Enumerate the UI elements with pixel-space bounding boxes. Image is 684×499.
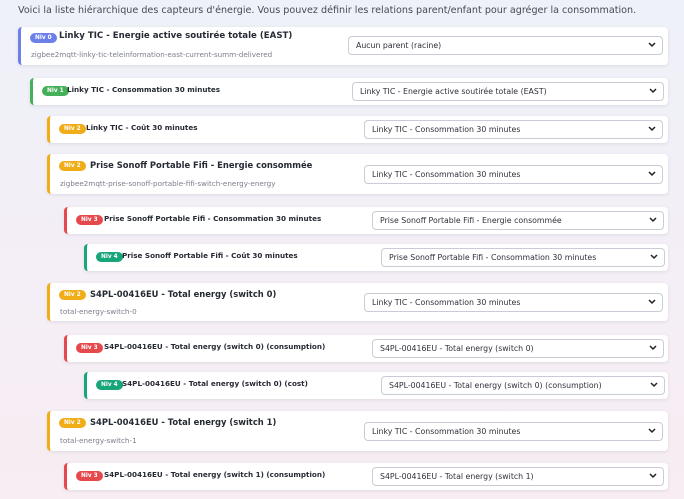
parent-select-value: S4PL-00416EU - Total energy (switch 0) (… [389,381,602,390]
sensor-name: Prise Sonoff Portable Fifi - Coût 30 min… [122,251,298,260]
level-badge: Niv 3 [76,343,103,353]
level-badge: Niv 3 [76,471,103,481]
parent-select-value: Linky TIC - Consommation 30 minutes [372,298,521,307]
parent-select-value: S4PL-00416EU - Total energy (switch 0) [380,344,534,353]
sensor-row: Niv 3 S4PL-00416EU - Total energy (switc… [64,335,668,362]
level-badge: Niv 2 [59,290,86,300]
chevron-down-icon [648,468,658,485]
sensor-row: Niv 1 Linky TIC - Consommation 30 minute… [30,78,668,105]
parent-select-value: Linky TIC - Energie active soutirée tota… [360,87,547,96]
sensor-row: Niv 2 Linky TIC - Coût 30 minutes Linky … [47,116,668,143]
parent-select[interactable]: Aucun parent (racine) [348,36,663,55]
sensor-row: Niv 4 S4PL-00416EU - Total energy (switc… [84,372,668,399]
chevron-down-icon [647,294,657,311]
sensor-name: Prise Sonoff Portable Fifi - Energie con… [90,160,313,170]
sensor-name: S4PL-00416EU - Total energy (switch 0) (… [104,342,326,351]
sensor-name: S4PL-00416EU - Total energy (switch 0) [90,289,277,299]
sensor-entity: total-energy-switch-1 [60,436,137,445]
level-badge: Niv 1 [42,86,69,96]
chevron-down-icon [648,340,658,357]
parent-select[interactable]: S4PL-00416EU - Total energy (switch 0) (… [381,376,665,395]
chevron-down-icon [648,83,658,100]
parent-select[interactable]: Linky TIC - Consommation 30 minutes [364,422,663,441]
parent-select[interactable]: Linky TIC - Consommation 30 minutes [364,120,663,139]
sensor-entity: zigbee2mqtt-prise-sonoff-portable-fifi-s… [60,179,276,188]
level-badge: Niv 2 [59,161,86,171]
chevron-down-icon [649,249,659,266]
parent-select[interactable]: Linky TIC - Consommation 30 minutes [364,293,663,312]
level-badge: Niv 2 [59,418,86,428]
sensor-name: S4PL-00416EU - Total energy (switch 1) [90,417,277,427]
chevron-down-icon [647,37,657,54]
parent-select-value: Linky TIC - Consommation 30 minutes [372,170,521,179]
sensor-row: Niv 0 Linky TIC - Energie active soutiré… [18,27,668,65]
parent-select-value: Prise Sonoff Portable Fifi - Consommatio… [389,253,597,262]
parent-select[interactable]: S4PL-00416EU - Total energy (switch 1) [372,467,664,486]
chevron-down-icon [647,121,657,138]
sensor-row: Niv 3 S4PL-00416EU - Total energy (switc… [64,463,668,490]
sensor-row: Niv 2 S4PL-00416EU - Total energy (switc… [47,411,668,451]
sensor-row: Niv 2 S4PL-00416EU - Total energy (switc… [47,283,668,321]
parent-select[interactable]: Linky TIC - Energie active soutirée tota… [352,82,664,101]
level-badge: Niv 4 [96,380,123,390]
level-badge: Niv 0 [30,33,57,43]
chevron-down-icon [647,423,657,440]
parent-select-value: Linky TIC - Consommation 30 minutes [372,427,521,436]
chevron-down-icon [649,377,659,394]
level-badge: Niv 4 [96,252,123,262]
intro-text: Voici la liste hiérarchique des capteurs… [18,5,637,16]
sensor-name: Linky TIC - Consommation 30 minutes [67,85,221,94]
sensor-row: Niv 3 Prise Sonoff Portable Fifi - Conso… [64,207,668,234]
parent-select[interactable]: Linky TIC - Consommation 30 minutes [364,165,663,184]
level-badge: Niv 3 [76,215,103,225]
parent-select[interactable]: S4PL-00416EU - Total energy (switch 0) [372,339,664,358]
sensor-name: Prise Sonoff Portable Fifi - Consommatio… [104,214,322,223]
parent-select[interactable]: Prise Sonoff Portable Fifi - Energie con… [372,211,664,230]
parent-select-value: Aucun parent (racine) [356,41,442,50]
parent-select-value: Prise Sonoff Portable Fifi - Energie con… [380,216,562,225]
chevron-down-icon [648,212,658,229]
parent-select-value: S4PL-00416EU - Total energy (switch 1) [380,472,534,481]
parent-select[interactable]: Prise Sonoff Portable Fifi - Consommatio… [381,248,665,267]
sensor-entity: total-energy-switch-0 [60,307,137,316]
chevron-down-icon [647,166,657,183]
sensor-entity: zigbee2mqtt-linky-tic-teleinformation-ea… [31,50,273,59]
sensor-name: S4PL-00416EU - Total energy (switch 1) (… [104,470,326,479]
sensor-name: S4PL-00416EU - Total energy (switch 0) (… [122,379,308,388]
sensor-row: Niv 4 Prise Sonoff Portable Fifi - Coût … [84,244,668,271]
sensor-name: Linky TIC - Energie active soutirée tota… [59,31,293,41]
sensor-name: Linky TIC - Coût 30 minutes [86,123,198,132]
level-badge: Niv 2 [59,124,86,134]
sensor-row: Niv 2 Prise Sonoff Portable Fifi - Energ… [47,154,668,194]
parent-select-value: Linky TIC - Consommation 30 minutes [372,125,521,134]
